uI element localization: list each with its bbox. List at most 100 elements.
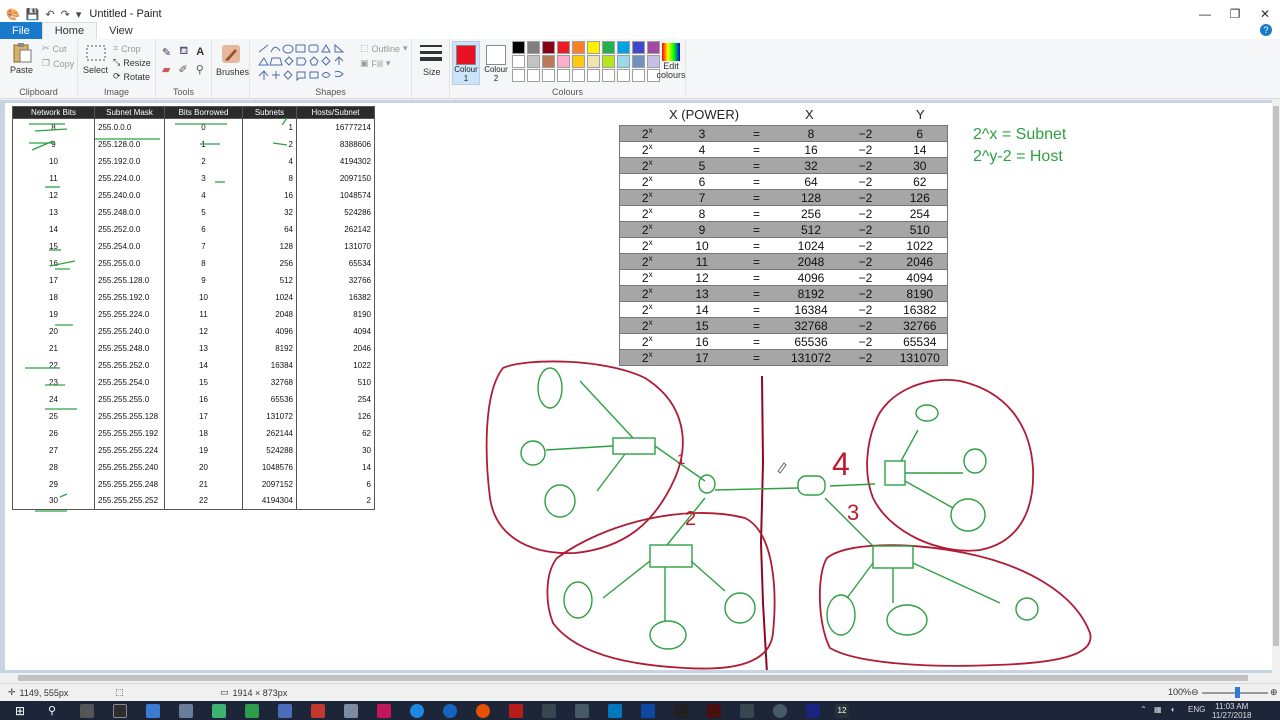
app-icon-20[interactable] <box>707 704 721 718</box>
pencil-icon[interactable]: ✎ <box>162 46 171 59</box>
palette-swatch[interactable] <box>617 55 630 68</box>
app-icon-4[interactable] <box>179 704 193 718</box>
filezilla-icon[interactable] <box>509 704 523 718</box>
fill-icon[interactable]: ⛾ <box>179 45 188 59</box>
brushes-group[interactable]: Brushes <box>212 39 250 99</box>
save-icon[interactable]: 💾 <box>26 8 40 21</box>
tray-chevron-icon[interactable]: ⌃ <box>1140 705 1147 714</box>
colour2-button[interactable]: Colour 2 <box>482 41 510 85</box>
status-bar: ✛ 1149, 555px ⬚ ▭ 1914 × 873px 100% ⊖ ⊕ <box>0 683 1280 701</box>
palette-swatch[interactable] <box>512 41 525 54</box>
palette-swatch[interactable] <box>527 69 540 82</box>
palette-swatch[interactable] <box>602 41 615 54</box>
app-icon-6[interactable] <box>245 704 259 718</box>
rotate-icon: ⟳ <box>113 71 121 81</box>
app-icon-15[interactable] <box>542 704 556 718</box>
outlook-icon[interactable] <box>608 704 622 718</box>
network-icon[interactable]: ▦ <box>1154 705 1162 714</box>
paint-task-icon[interactable] <box>773 704 787 718</box>
taskbar-badge[interactable]: 12 <box>835 704 849 718</box>
app-icon-8[interactable] <box>311 704 325 718</box>
task-app-icon[interactable] <box>80 704 94 718</box>
app-icon-19[interactable] <box>674 704 688 718</box>
select-button[interactable]: Select <box>83 45 108 75</box>
palette-swatch[interactable] <box>557 69 570 82</box>
help-icon[interactable]: ? <box>1260 24 1272 36</box>
cmd-app-icon[interactable] <box>113 704 127 718</box>
palette-swatch[interactable] <box>632 41 645 54</box>
shapes-gallery[interactable] <box>256 43 356 83</box>
palette-swatch[interactable] <box>572 55 585 68</box>
zoom-out-icon[interactable]: ⊖ <box>1191 687 1199 698</box>
fill-dropdown[interactable]: ▣ Fill ▾ <box>360 58 391 69</box>
app-icon-3[interactable] <box>146 704 160 718</box>
customize-dropdown-icon[interactable]: ▾ <box>76 8 82 21</box>
zoom-in-icon[interactable]: ⊕ <box>1270 687 1278 698</box>
colour1-button[interactable]: Colour 1 <box>452 41 480 85</box>
tab-view[interactable]: View <box>97 22 145 39</box>
palette-swatch[interactable] <box>542 69 555 82</box>
palette-swatch[interactable] <box>587 41 600 54</box>
cut-button[interactable]: ✂ Cut <box>42 43 67 54</box>
palette-swatch[interactable] <box>512 69 525 82</box>
clock[interactable]: 11:03 AM 11/27/2018 <box>1212 702 1251 720</box>
eraser-icon[interactable]: ▰ <box>162 63 170 76</box>
edge-icon[interactable] <box>410 704 424 718</box>
vertical-scrollbar[interactable] <box>1272 100 1280 673</box>
palette-swatch[interactable] <box>542 41 555 54</box>
drawing-canvas[interactable]: Network Bits Subnet Mask Bits Borrowed S… <box>5 103 1272 670</box>
text-icon[interactable]: A <box>196 46 204 58</box>
palette-swatch[interactable] <box>572 41 585 54</box>
ie-icon[interactable] <box>443 704 457 718</box>
palette-swatch[interactable] <box>587 69 600 82</box>
app-icon-7[interactable] <box>278 704 292 718</box>
palette-swatch[interactable] <box>557 41 570 54</box>
palette-swatch[interactable] <box>542 55 555 68</box>
app-icon-23[interactable] <box>806 704 820 718</box>
canvas-workspace: Network Bits Subnet Mask Bits Borrowed S… <box>0 100 1272 673</box>
resize-button[interactable]: ⤡ Resize <box>113 57 151 68</box>
app-icon-9[interactable] <box>344 704 358 718</box>
redo-icon[interactable]: ↷ <box>61 8 70 21</box>
palette-swatch[interactable] <box>602 55 615 68</box>
app-icon-16[interactable] <box>575 704 589 718</box>
palette-swatch[interactable] <box>557 55 570 68</box>
zoom-slider-knob[interactable] <box>1235 687 1240 698</box>
palette-swatch[interactable] <box>527 41 540 54</box>
fill-bucket-icon: ▣ <box>360 58 369 68</box>
crop-button[interactable]: ⌗ Crop <box>113 43 141 54</box>
copy-button[interactable]: ❐ Copy <box>42 58 74 69</box>
size-button[interactable]: Size <box>412 39 450 99</box>
palette-swatch[interactable] <box>572 69 585 82</box>
palette-swatch[interactable] <box>587 55 600 68</box>
size-label: Size <box>423 67 441 77</box>
palette-swatch[interactable] <box>617 69 630 82</box>
palette-swatch[interactable] <box>617 41 630 54</box>
volume-icon[interactable]: ◖ <box>1170 705 1175 714</box>
shapes-group: ⬚ Outline ▾ ▣ Fill ▾ Shapes <box>250 39 412 99</box>
tab-home[interactable]: Home <box>41 22 98 39</box>
magnifier-icon[interactable]: ⚲ <box>196 63 204 76</box>
language-indicator[interactable]: ENG <box>1188 705 1205 714</box>
palette-swatch[interactable] <box>602 69 615 82</box>
edit-colours-button[interactable]: Edit colours <box>654 43 688 80</box>
colour-palette[interactable] <box>512 41 661 82</box>
photoshop-icon[interactable] <box>641 704 655 718</box>
outline-dropdown[interactable]: ⬚ Outline ▾ <box>360 43 408 54</box>
palette-swatch[interactable] <box>632 55 645 68</box>
paste-button[interactable]: Paste <box>10 42 33 75</box>
tab-file[interactable]: File <box>0 22 42 39</box>
app-icon-10[interactable] <box>377 704 391 718</box>
firefox-icon[interactable] <box>476 704 490 718</box>
color-picker-icon[interactable]: ✐ <box>178 63 187 76</box>
rotate-button[interactable]: ⟳ Rotate <box>113 71 150 82</box>
horizontal-scrollbar[interactable] <box>0 673 1280 683</box>
palette-swatch[interactable] <box>632 69 645 82</box>
palette-swatch[interactable] <box>512 55 525 68</box>
undo-icon[interactable]: ↶ <box>45 8 54 21</box>
search-icon[interactable]: ⚲ <box>48 704 62 718</box>
start-windows-icon[interactable]: ⊞ <box>15 704 29 718</box>
app-icon-5[interactable] <box>212 704 226 718</box>
app-icon-21[interactable] <box>740 704 754 718</box>
palette-swatch[interactable] <box>527 55 540 68</box>
